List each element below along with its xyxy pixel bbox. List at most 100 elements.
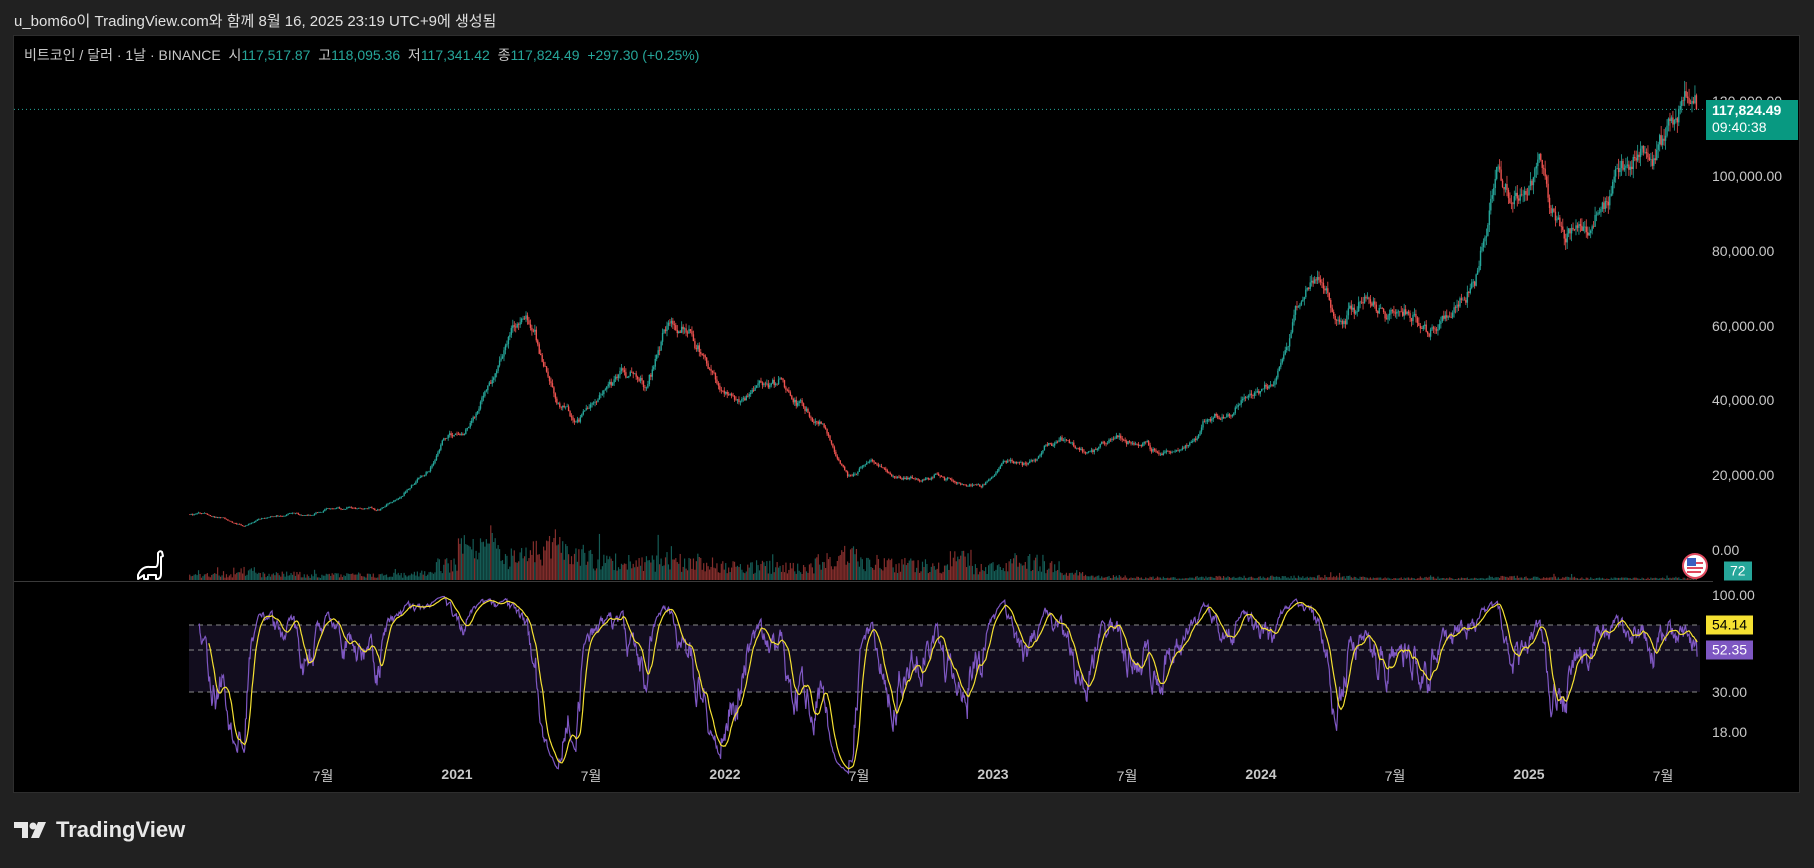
candle [748,394,750,397]
candle [481,397,483,402]
volume-bar [639,565,642,580]
volume-bar [1252,577,1254,580]
candle [968,484,971,486]
candle [1357,302,1360,312]
volume-bar [700,557,702,580]
candle [979,484,981,487]
volume-bar [1374,577,1376,580]
candle [1635,158,1637,161]
volume-bar [1422,578,1424,580]
volume-bar [1321,577,1323,580]
volume-bar [939,572,941,580]
candle [1563,229,1565,239]
volume-bar [1394,578,1396,580]
volume-bar [327,574,329,580]
candle [1639,148,1642,157]
candle [1009,459,1012,462]
candle [705,357,708,364]
volume-bar [982,570,984,580]
candle [766,383,768,385]
volume-bar [192,575,194,580]
pane-separator[interactable] [14,581,1713,582]
candle [598,395,601,400]
candle [1335,319,1338,321]
candle [1689,103,1692,105]
candle [719,385,721,390]
candle [1556,219,1558,221]
candle [698,345,701,353]
candle [1234,407,1237,413]
candle [1365,296,1367,299]
candle [813,421,815,423]
candle [375,509,377,511]
volume-bar [1231,577,1233,580]
volume-bar [1101,576,1103,580]
volume-bar [911,560,913,580]
candle [732,395,734,397]
volume-bar [1192,577,1194,580]
volume-bar [779,565,781,580]
candle [1453,307,1455,313]
volume-bar [240,568,242,580]
candle [415,481,417,485]
volume-bar [824,567,827,580]
volume-bar [801,573,803,580]
candle [945,479,947,481]
volume-bar [1137,576,1139,580]
volume-bar [1438,578,1441,580]
volume-bar [393,572,395,580]
volume-bar [416,571,418,580]
volume-bar [296,571,298,580]
candle [654,358,656,367]
volume-bar [406,576,408,580]
volume-bar [701,569,703,580]
volume-bar [1152,576,1154,580]
candle [399,497,401,499]
volume-bar [1513,575,1515,580]
candle [639,377,642,381]
volume-bar [891,558,893,580]
candle [1281,359,1283,363]
candle [1011,459,1013,462]
volume-bar [297,574,300,580]
volume-bar [315,573,317,580]
price-chart[interactable] [0,0,1814,868]
volume-bar [644,562,646,580]
tradingview-logo[interactable]: TradingView [14,817,185,843]
candle [1262,388,1264,390]
volume-bar [603,554,605,580]
volume-bar [1363,577,1366,580]
volume-bar [895,564,897,580]
volume-bar [206,573,208,580]
volume-bar [1250,576,1253,580]
dinosaur-icon[interactable] [134,548,168,582]
volume-bar [1181,578,1184,580]
candle [932,477,934,479]
volume-bar [380,574,382,580]
volume-bar [1193,578,1195,580]
volume-bar [219,576,222,580]
candle [973,484,975,486]
candle [372,508,374,509]
candle [1139,445,1141,446]
volume-bar [1676,577,1678,580]
volume-bar [745,571,747,580]
candle [212,516,214,518]
volume-bar [983,571,985,580]
candle [1688,98,1690,104]
candle [401,495,404,497]
candle [1682,100,1684,102]
time-axis-tick: 2024 [1245,766,1277,782]
candle [678,331,680,334]
volume-bar [1556,578,1558,580]
us-flag-icon[interactable] [1682,553,1708,579]
candle [228,520,231,522]
candle [274,516,276,518]
volume-bar [484,546,486,580]
volume-bar [1130,577,1132,580]
candle [448,433,451,436]
candle [1095,449,1097,451]
volume-bar [814,558,816,580]
candle [266,517,269,519]
volume-bar [1296,578,1298,580]
